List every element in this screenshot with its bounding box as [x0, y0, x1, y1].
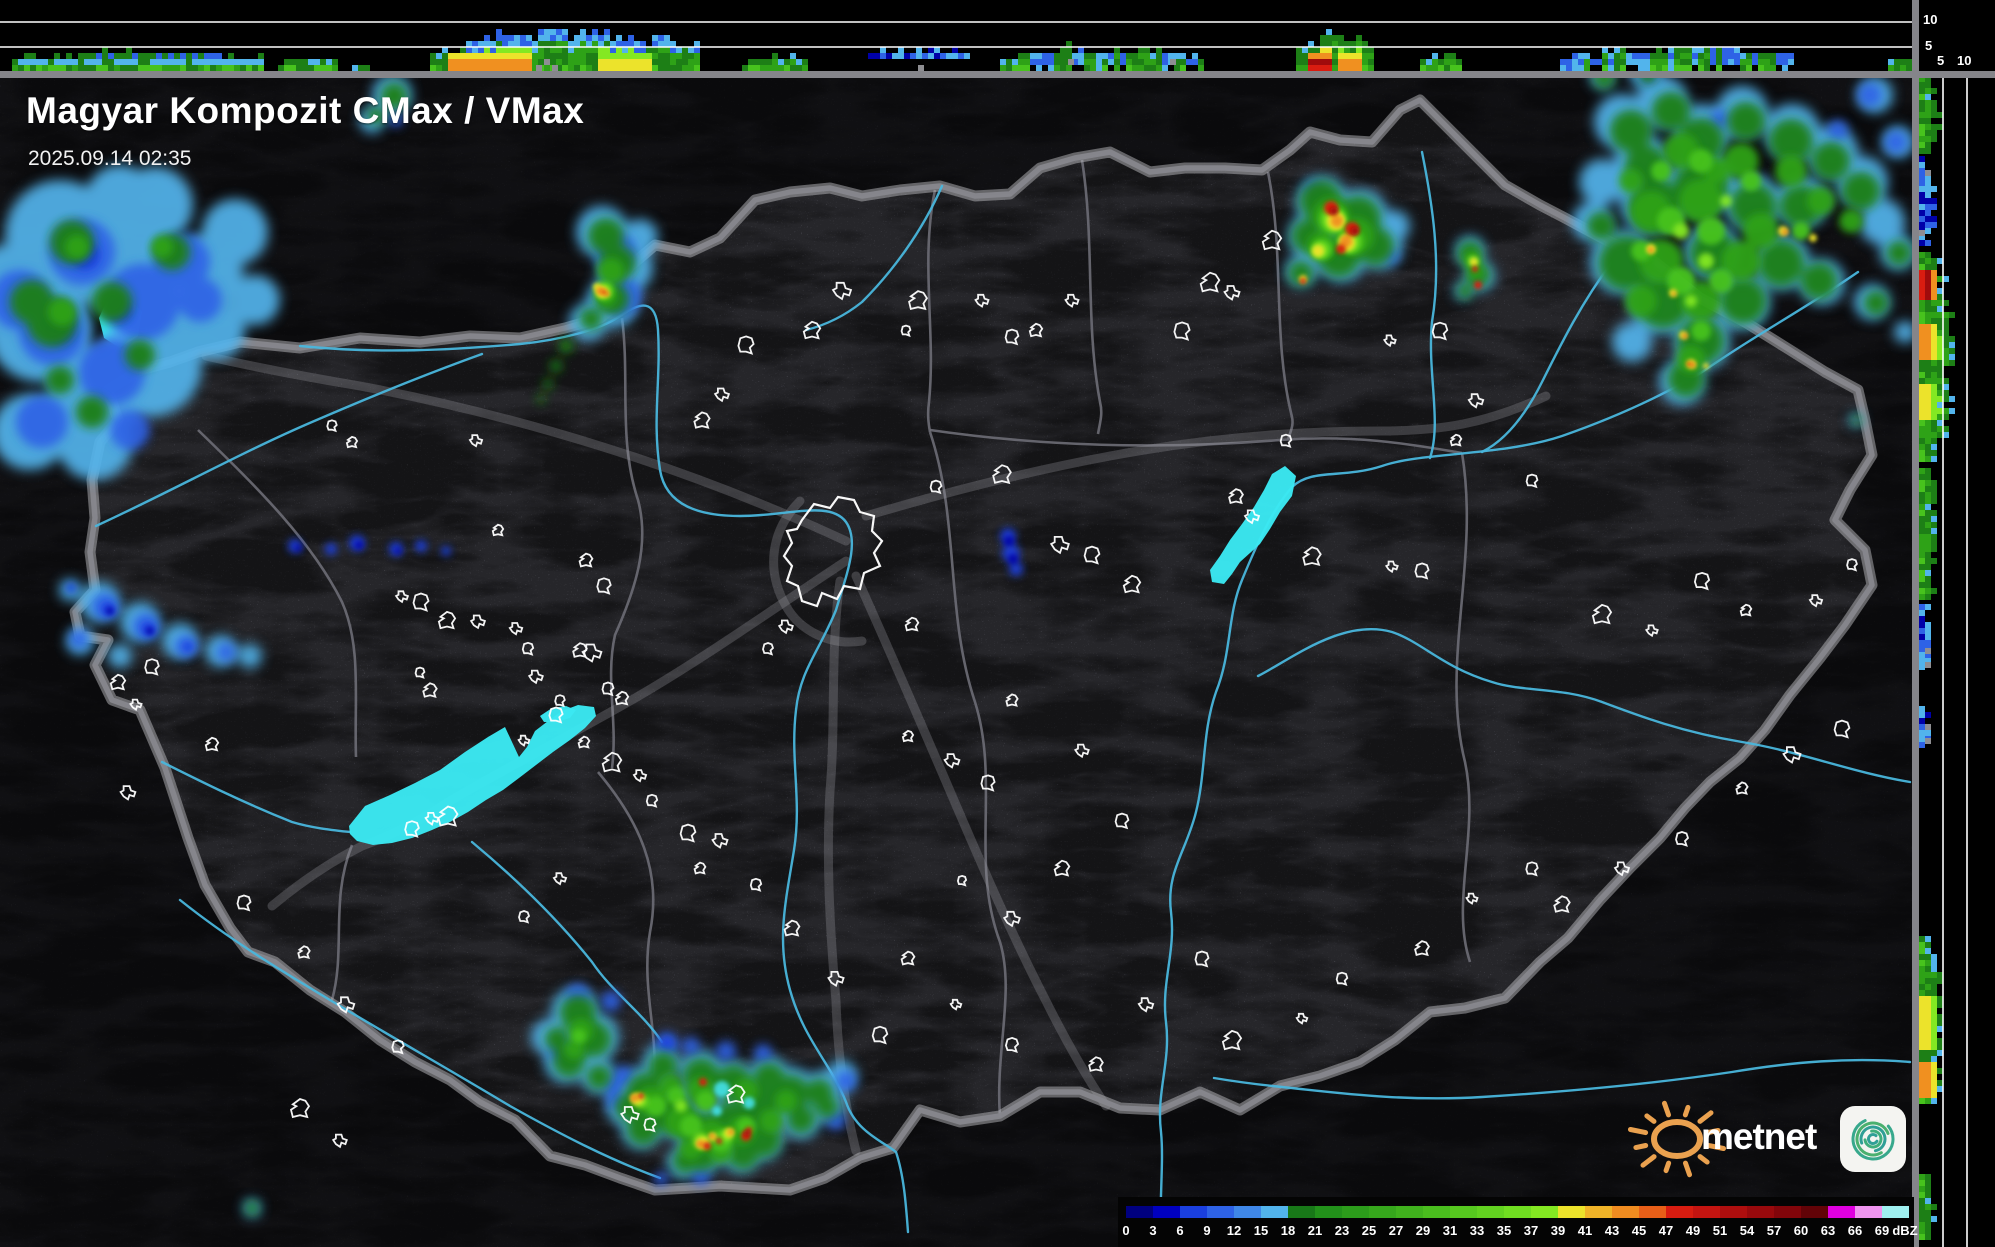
- legend-swatch: [1828, 1206, 1855, 1218]
- legend-swatch: [1585, 1206, 1612, 1218]
- legend-swatch: [1126, 1206, 1153, 1218]
- legend-tick: 29: [1415, 1223, 1431, 1238]
- legend-tick: 45: [1631, 1223, 1647, 1238]
- legend-tick: 49: [1685, 1223, 1701, 1238]
- legend-swatch: [1369, 1206, 1396, 1218]
- legend-tick: 6: [1176, 1223, 1184, 1238]
- legend-tick: 41: [1577, 1223, 1593, 1238]
- app-icon-tile: [1840, 1106, 1906, 1172]
- legend-tick: 33: [1469, 1223, 1485, 1238]
- horizontal-divider: [0, 71, 1995, 78]
- brand-name: metnet: [1701, 1116, 1817, 1157]
- legend-tick: 31: [1442, 1223, 1458, 1238]
- legend-swatch: [1450, 1206, 1477, 1218]
- legend-tick: 3: [1149, 1223, 1157, 1238]
- legend-tick: 23: [1334, 1223, 1350, 1238]
- legend-tick: 54: [1739, 1223, 1755, 1238]
- legend-swatch: [1882, 1206, 1909, 1218]
- legend-tick: 21: [1307, 1223, 1323, 1238]
- legend-tick: 66: [1847, 1223, 1863, 1238]
- legend-tick: 47: [1658, 1223, 1674, 1238]
- legend-swatch: [1558, 1206, 1585, 1218]
- legend-swatch: [1342, 1206, 1369, 1218]
- legend-swatch: [1747, 1206, 1774, 1218]
- right-axis-10km-label: 10: [1957, 53, 1972, 68]
- top-axis-5km-label: 5: [1925, 38, 1933, 53]
- legend-tick: 35: [1496, 1223, 1512, 1238]
- legend-tick: 15: [1253, 1223, 1269, 1238]
- legend-swatch: [1234, 1206, 1261, 1218]
- legend-swatch: [1207, 1206, 1234, 1218]
- legend-swatch: [1477, 1206, 1504, 1218]
- legend-tick: 57: [1766, 1223, 1782, 1238]
- page-title: Magyar Kompozit CMax / VMax: [26, 90, 585, 131]
- legend-tick: 60: [1793, 1223, 1809, 1238]
- legend-tick: 12: [1226, 1223, 1242, 1238]
- legend-swatch: [1153, 1206, 1180, 1218]
- timestamp: 2025.09.14 02:35: [28, 147, 192, 170]
- legend-tick: 18: [1280, 1223, 1296, 1238]
- legend-tick: 51: [1712, 1223, 1728, 1238]
- legend-tick: 69: [1874, 1223, 1890, 1238]
- legend-tick: 43: [1604, 1223, 1620, 1238]
- legend-tick: 39: [1550, 1223, 1566, 1238]
- radar-map-canvas: [0, 0, 1995, 1247]
- legend-swatch: [1531, 1206, 1558, 1218]
- radar-composite-screen: Magyar Kompozit CMax / VMax 2025.09.14 0…: [0, 0, 1995, 1247]
- legend-tick: 0: [1122, 1223, 1130, 1238]
- legend-unit: dBZ: [1892, 1223, 1918, 1238]
- legend-swatch: [1315, 1206, 1342, 1218]
- legend-swatch: [1261, 1206, 1288, 1218]
- legend-swatch: [1423, 1206, 1450, 1218]
- legend-swatch: [1666, 1206, 1693, 1218]
- legend-tick: 9: [1203, 1223, 1211, 1238]
- legend-tick: 63: [1820, 1223, 1836, 1238]
- legend-swatch: [1180, 1206, 1207, 1218]
- legend-swatch: [1801, 1206, 1828, 1218]
- legend-swatch: [1612, 1206, 1639, 1218]
- legend-swatch: [1855, 1206, 1882, 1218]
- legend-swatch: [1639, 1206, 1666, 1218]
- legend-swatch: [1720, 1206, 1747, 1218]
- legend-color-bar: [1126, 1206, 1909, 1218]
- legend-swatch: [1288, 1206, 1315, 1218]
- dbz-color-legend: 0 3 6 9 12 15 18 21 23 25 27 29 31 33 35 37 39 41 43 45 47 49…: [1118, 1197, 1918, 1247]
- legend-swatch: [1504, 1206, 1531, 1218]
- legend-tick: 25: [1361, 1223, 1377, 1238]
- legend-swatch: [1693, 1206, 1720, 1218]
- top-axis-10km-label: 10: [1923, 12, 1938, 27]
- legend-swatch: [1396, 1206, 1423, 1218]
- legend-tick: 27: [1388, 1223, 1404, 1238]
- map-area: [0, 78, 1912, 1247]
- right-axis-5km-label: 5: [1937, 53, 1945, 68]
- vertical-divider: [1912, 0, 1919, 1247]
- legend-swatch: [1774, 1206, 1801, 1218]
- legend-tick: 37: [1523, 1223, 1539, 1238]
